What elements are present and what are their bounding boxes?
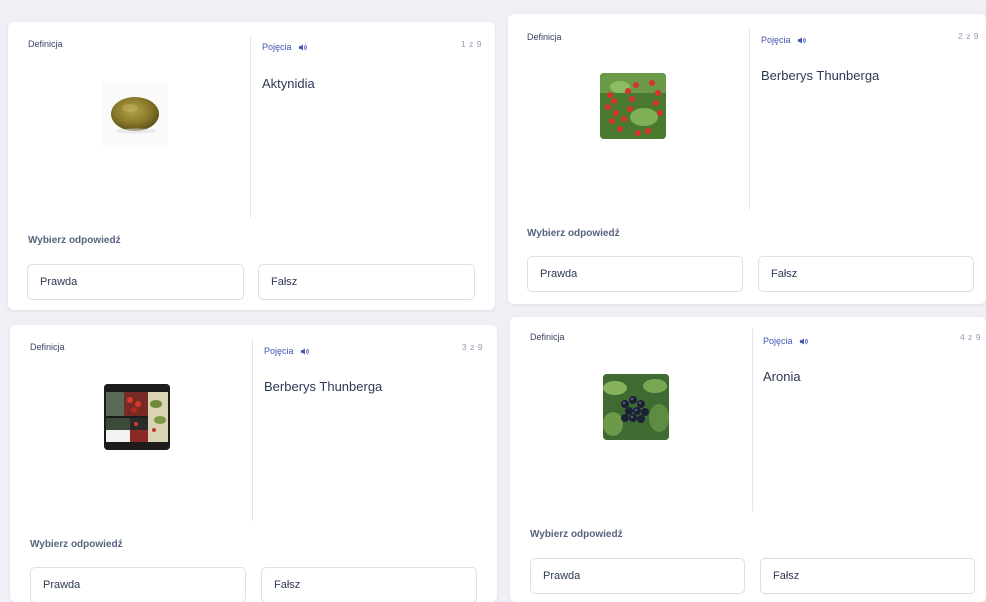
flashcard-1: Definicja Pojęcia 1 z 9 Aktynidia Wybier… — [8, 22, 495, 310]
card-counter: 4 z 9 — [960, 332, 981, 342]
false-button[interactable]: Fałsz — [758, 256, 974, 292]
definition-label: Definicja — [530, 332, 565, 342]
term-text: Aronia — [763, 369, 801, 384]
speaker-icon[interactable] — [300, 347, 309, 356]
term-text: Berberys Thunberga — [264, 379, 383, 394]
true-button[interactable]: Prawda — [30, 567, 246, 602]
term-label: Pojęcia — [761, 35, 791, 45]
flashcard-4: Definicja Pojęcia 4 z 9 Aronia Wybierz o… — [510, 317, 986, 602]
term-header: Pojęcia — [763, 336, 808, 346]
column-divider — [749, 28, 750, 210]
card-counter: 2 z 9 — [958, 31, 979, 41]
column-divider — [250, 36, 251, 218]
true-button[interactable]: Prawda — [527, 256, 743, 292]
true-button[interactable]: Prawda — [27, 264, 244, 300]
flashcard-3: Definicja Pojęcia 3 z 9 Berberys Thunber… — [10, 325, 497, 602]
kiwi-image — [102, 81, 168, 147]
term-label: Pojęcia — [763, 336, 793, 346]
term-label: Pojęcia — [262, 42, 292, 52]
answer-prompt: Wybierz odpowiedź — [530, 529, 623, 540]
card-counter: 3 z 9 — [462, 342, 483, 352]
chokeberries-image — [603, 374, 669, 440]
column-divider — [252, 339, 253, 521]
speaker-icon[interactable] — [799, 337, 808, 346]
berberis-collage-image — [104, 384, 170, 450]
answer-prompt: Wybierz odpowiedź — [527, 228, 620, 239]
term-text: Berberys Thunberga — [761, 68, 880, 83]
definition-label: Definicja — [527, 32, 562, 42]
term-label: Pojęcia — [264, 346, 294, 356]
term-header: Pojęcia — [761, 35, 806, 45]
answer-prompt: Wybierz odpowiedź — [28, 235, 121, 246]
term-text: Aktynidia — [262, 76, 315, 91]
term-header: Pojęcia — [262, 42, 307, 52]
card-counter: 1 z 9 — [461, 39, 482, 49]
false-button[interactable]: Fałsz — [261, 567, 477, 602]
definition-label: Definicja — [28, 39, 63, 49]
column-divider — [752, 329, 753, 511]
term-header: Pojęcia — [264, 346, 309, 356]
flashcard-2: Definicja Pojęcia 2 z 9 Berberys Thunber… — [508, 14, 986, 304]
false-button[interactable]: Fałsz — [258, 264, 475, 300]
speaker-icon[interactable] — [298, 43, 307, 52]
answer-prompt: Wybierz odpowiedź — [30, 539, 123, 550]
definition-label: Definicja — [30, 342, 65, 352]
speaker-icon[interactable] — [797, 36, 806, 45]
false-button[interactable]: Fałsz — [760, 558, 975, 594]
red-berries-image — [600, 73, 666, 139]
true-button[interactable]: Prawda — [530, 558, 745, 594]
